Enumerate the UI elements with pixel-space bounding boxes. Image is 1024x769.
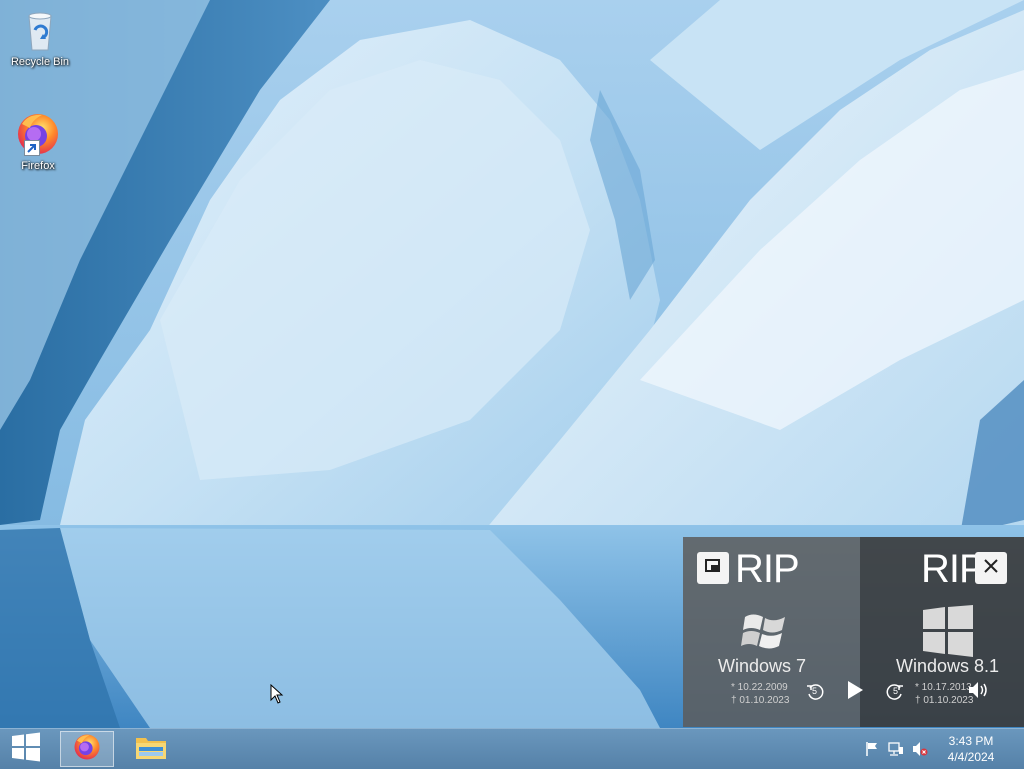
play-button[interactable] xyxy=(843,680,867,704)
volume-muted-icon[interactable] xyxy=(912,741,928,757)
shortcut-arrow-icon xyxy=(24,140,40,156)
windows-7-logo-icon xyxy=(741,609,791,653)
picture-in-picture-icon xyxy=(704,557,722,580)
firefox-icon xyxy=(14,110,62,158)
rewind-icon: 5 xyxy=(806,683,824,701)
system-tray: 3:43 PM 4/4/2024 xyxy=(824,729,1024,769)
firefox-icon xyxy=(72,732,102,767)
rip-media-widget: RIP RIP Windows 7 * 10.22.2009 † 01.10.2… xyxy=(683,537,1024,727)
desktop-icon-label: Firefox xyxy=(21,160,55,172)
died-date-right: † 01.10.2023 xyxy=(915,695,974,706)
windows-8-logo-icon xyxy=(921,605,975,657)
born-date-right: * 10.17.2013 xyxy=(915,682,972,693)
forward-5-button[interactable]: 5 xyxy=(884,681,906,703)
windows-start-icon xyxy=(11,732,41,767)
start-button[interactable] xyxy=(0,729,52,769)
action-center-flag-icon[interactable] xyxy=(864,741,880,757)
died-date-left: † 01.10.2023 xyxy=(731,695,790,706)
rewind-5-button[interactable]: 5 xyxy=(804,681,826,703)
os-name-left: Windows 7 xyxy=(718,656,807,676)
desktop-icon-label: Recycle Bin xyxy=(10,56,70,68)
play-icon xyxy=(846,680,864,705)
rip-title-left: RIP xyxy=(735,547,800,591)
taskbar-app-firefox[interactable] xyxy=(60,731,114,767)
network-icon[interactable] xyxy=(888,741,904,757)
mouse-cursor-icon xyxy=(270,683,284,704)
dates-left: * 10.22.2009 † 01.10.2023 xyxy=(731,681,789,707)
volume-icon xyxy=(968,681,990,704)
taskbar: 3:43 PM 4/4/2024 xyxy=(0,728,1024,769)
desktop-icon-recycle-bin[interactable]: Recycle Bin xyxy=(2,6,78,69)
forward-icon: 5 xyxy=(886,683,904,701)
recycle-bin-icon xyxy=(16,6,64,54)
rewind-label: 5 xyxy=(812,686,818,696)
close-icon xyxy=(983,558,999,579)
os-name-right: Windows 8.1 xyxy=(896,656,1000,676)
taskbar-clock[interactable]: 3:43 PM 4/4/2024 xyxy=(936,733,1006,765)
forward-label: 5 xyxy=(893,686,899,696)
dates-right: * 10.17.2013 † 01.10.2023 xyxy=(915,681,973,707)
desktop-icon-firefox[interactable]: Firefox xyxy=(0,110,76,173)
close-button[interactable] xyxy=(975,552,1007,584)
taskbar-app-file-explorer[interactable] xyxy=(124,731,178,767)
picture-in-picture-button[interactable] xyxy=(697,552,729,584)
clock-date: 4/4/2024 xyxy=(947,750,995,764)
born-date-left: * 10.22.2009 xyxy=(731,682,788,693)
file-explorer-icon xyxy=(135,733,167,766)
clock-time: 3:43 PM xyxy=(948,734,994,748)
volume-button[interactable] xyxy=(967,681,991,703)
